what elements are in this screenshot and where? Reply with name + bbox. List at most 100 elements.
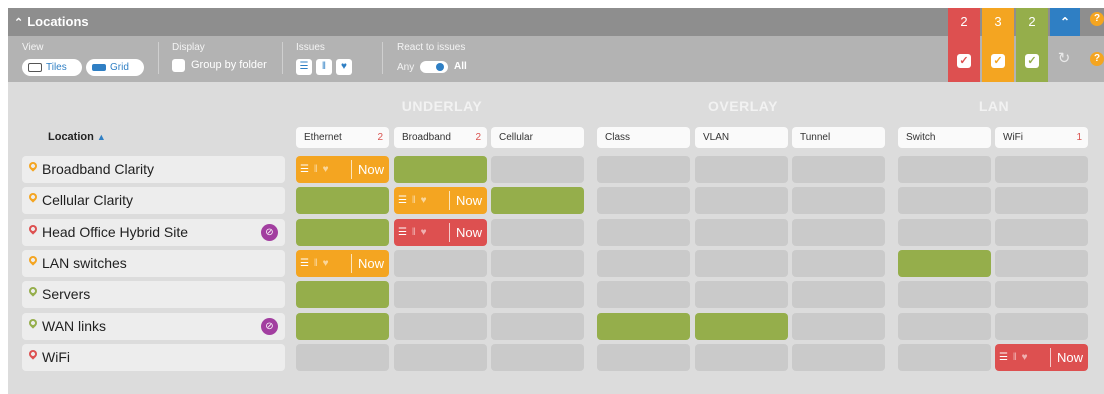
panel-title[interactable]: ⌃ Locations: [14, 8, 89, 36]
location-row-label[interactable]: WAN links ⊘: [22, 313, 285, 340]
status-cell[interactable]: [491, 281, 584, 308]
status-cell[interactable]: ☰ ‖ ♥ Now: [394, 187, 487, 214]
issue-indicator-icons: ☰ ‖ ♥: [398, 187, 428, 214]
unmonitored-badge-icon[interactable]: ⊘: [261, 224, 278, 241]
status-cell[interactable]: [491, 156, 584, 183]
status-cell[interactable]: [597, 344, 690, 371]
status-cell[interactable]: [695, 156, 788, 183]
help-icon[interactable]: ?: [1090, 12, 1104, 26]
help-icon[interactable]: ?: [1090, 52, 1104, 66]
status-cell[interactable]: [394, 156, 487, 183]
double-chevron-up-icon[interactable]: ⌃: [14, 17, 23, 29]
tiles-button[interactable]: Tiles: [22, 59, 82, 76]
column-header-wifi[interactable]: WiFi 1: [995, 127, 1088, 148]
location-row-label[interactable]: Servers: [22, 281, 285, 308]
status-cell[interactable]: [695, 281, 788, 308]
status-cell[interactable]: [695, 313, 788, 340]
status-cell[interactable]: [792, 156, 885, 183]
status-cell[interactable]: [491, 250, 584, 277]
status-cell[interactable]: [995, 313, 1088, 340]
location-row-label[interactable]: Broadband Clarity: [22, 156, 285, 183]
critical-checkbox[interactable]: ✓: [957, 54, 971, 68]
location-row-label[interactable]: LAN switches: [22, 250, 285, 277]
column-header-switch[interactable]: Switch: [898, 127, 991, 148]
status-cell[interactable]: [296, 313, 389, 340]
status-cell[interactable]: [898, 250, 991, 277]
heart-filter-button[interactable]: ♥: [336, 59, 352, 75]
status-cell[interactable]: [296, 187, 389, 214]
status-cell[interactable]: [792, 344, 885, 371]
status-cell[interactable]: ☰ ‖ ♥ Now: [296, 250, 389, 277]
status-cell[interactable]: [491, 313, 584, 340]
status-cell[interactable]: [695, 219, 788, 246]
column-header-vlan[interactable]: VLAN: [695, 127, 788, 148]
status-cell[interactable]: [296, 344, 389, 371]
status-cell[interactable]: [597, 187, 690, 214]
warning-checkbox[interactable]: ✓: [991, 54, 1005, 68]
chevron-up-icon[interactable]: ⌃: [1050, 8, 1080, 36]
status-cell[interactable]: [296, 281, 389, 308]
signal-icon: ‖: [411, 227, 417, 238]
status-cell[interactable]: [695, 187, 788, 214]
status-cell[interactable]: [898, 187, 991, 214]
column-header-class[interactable]: Class: [597, 127, 690, 148]
location-column-header[interactable]: Location ▲: [48, 127, 106, 148]
location-name: Head Office Hybrid Site: [42, 224, 189, 240]
status-cell[interactable]: [394, 250, 487, 277]
status-cell[interactable]: [792, 281, 885, 308]
status-cell[interactable]: [898, 281, 991, 308]
status-cell[interactable]: [792, 250, 885, 277]
react-toggle[interactable]: [420, 61, 448, 73]
critical-counter[interactable]: 2 ✓: [948, 8, 980, 82]
status-cell[interactable]: [597, 219, 690, 246]
column-header-ethernet[interactable]: Ethernet 2: [296, 127, 389, 148]
status-cell[interactable]: [995, 250, 1088, 277]
status-cell[interactable]: [296, 219, 389, 246]
layers-filter-button[interactable]: ☰: [296, 59, 312, 75]
column-header-label: Ethernet: [304, 132, 342, 143]
status-cell[interactable]: [597, 313, 690, 340]
status-cell[interactable]: [394, 313, 487, 340]
status-cell[interactable]: [995, 281, 1088, 308]
status-cell[interactable]: [695, 250, 788, 277]
column-header-cellular[interactable]: Cellular: [491, 127, 584, 148]
status-cell[interactable]: [491, 187, 584, 214]
status-cell[interactable]: [597, 250, 690, 277]
status-cell[interactable]: [792, 313, 885, 340]
status-cell[interactable]: [898, 344, 991, 371]
ok-checkbox[interactable]: ✓: [1025, 54, 1039, 68]
layers-icon: ☰: [398, 227, 408, 238]
status-cell[interactable]: [491, 344, 584, 371]
status-cell[interactable]: [597, 281, 690, 308]
status-cell[interactable]: [695, 344, 788, 371]
column-header-tunnel[interactable]: Tunnel: [792, 127, 885, 148]
status-cell[interactable]: [597, 156, 690, 183]
location-row-label[interactable]: Cellular Clarity: [22, 187, 285, 214]
warning-counter[interactable]: 3 ✓: [982, 8, 1014, 82]
status-cell[interactable]: [491, 219, 584, 246]
grid-button[interactable]: Grid: [86, 59, 144, 76]
status-cell[interactable]: ☰ ‖ ♥ Now: [995, 344, 1088, 371]
signal-filter-button[interactable]: ‖: [316, 59, 332, 75]
location-name: Servers: [42, 286, 91, 302]
unmonitored-badge-icon[interactable]: ⊘: [261, 318, 278, 335]
status-cell[interactable]: [394, 344, 487, 371]
status-cell[interactable]: [792, 187, 885, 214]
group-by-folder-checkbox[interactable]: [172, 59, 185, 72]
status-cell[interactable]: ☰ ‖ ♥ Now: [394, 219, 487, 246]
location-row-label[interactable]: WiFi: [22, 344, 285, 371]
status-cell[interactable]: [898, 219, 991, 246]
status-cell[interactable]: [995, 187, 1088, 214]
column-header-broadband[interactable]: Broadband 2: [394, 127, 487, 148]
status-cell[interactable]: [394, 281, 487, 308]
status-cell[interactable]: [792, 219, 885, 246]
status-cell[interactable]: [995, 219, 1088, 246]
status-cell[interactable]: ☰ ‖ ♥ Now: [296, 156, 389, 183]
ok-counter[interactable]: 2 ✓: [1016, 8, 1048, 82]
location-row-label[interactable]: Head Office Hybrid Site ⊘: [22, 219, 285, 246]
refresh-icon[interactable]: ↻: [1052, 50, 1076, 68]
status-cell[interactable]: [898, 313, 991, 340]
status-cell[interactable]: [898, 156, 991, 183]
status-cell[interactable]: [995, 156, 1088, 183]
issue-indicator-icons: ☰ ‖ ♥: [398, 219, 428, 246]
